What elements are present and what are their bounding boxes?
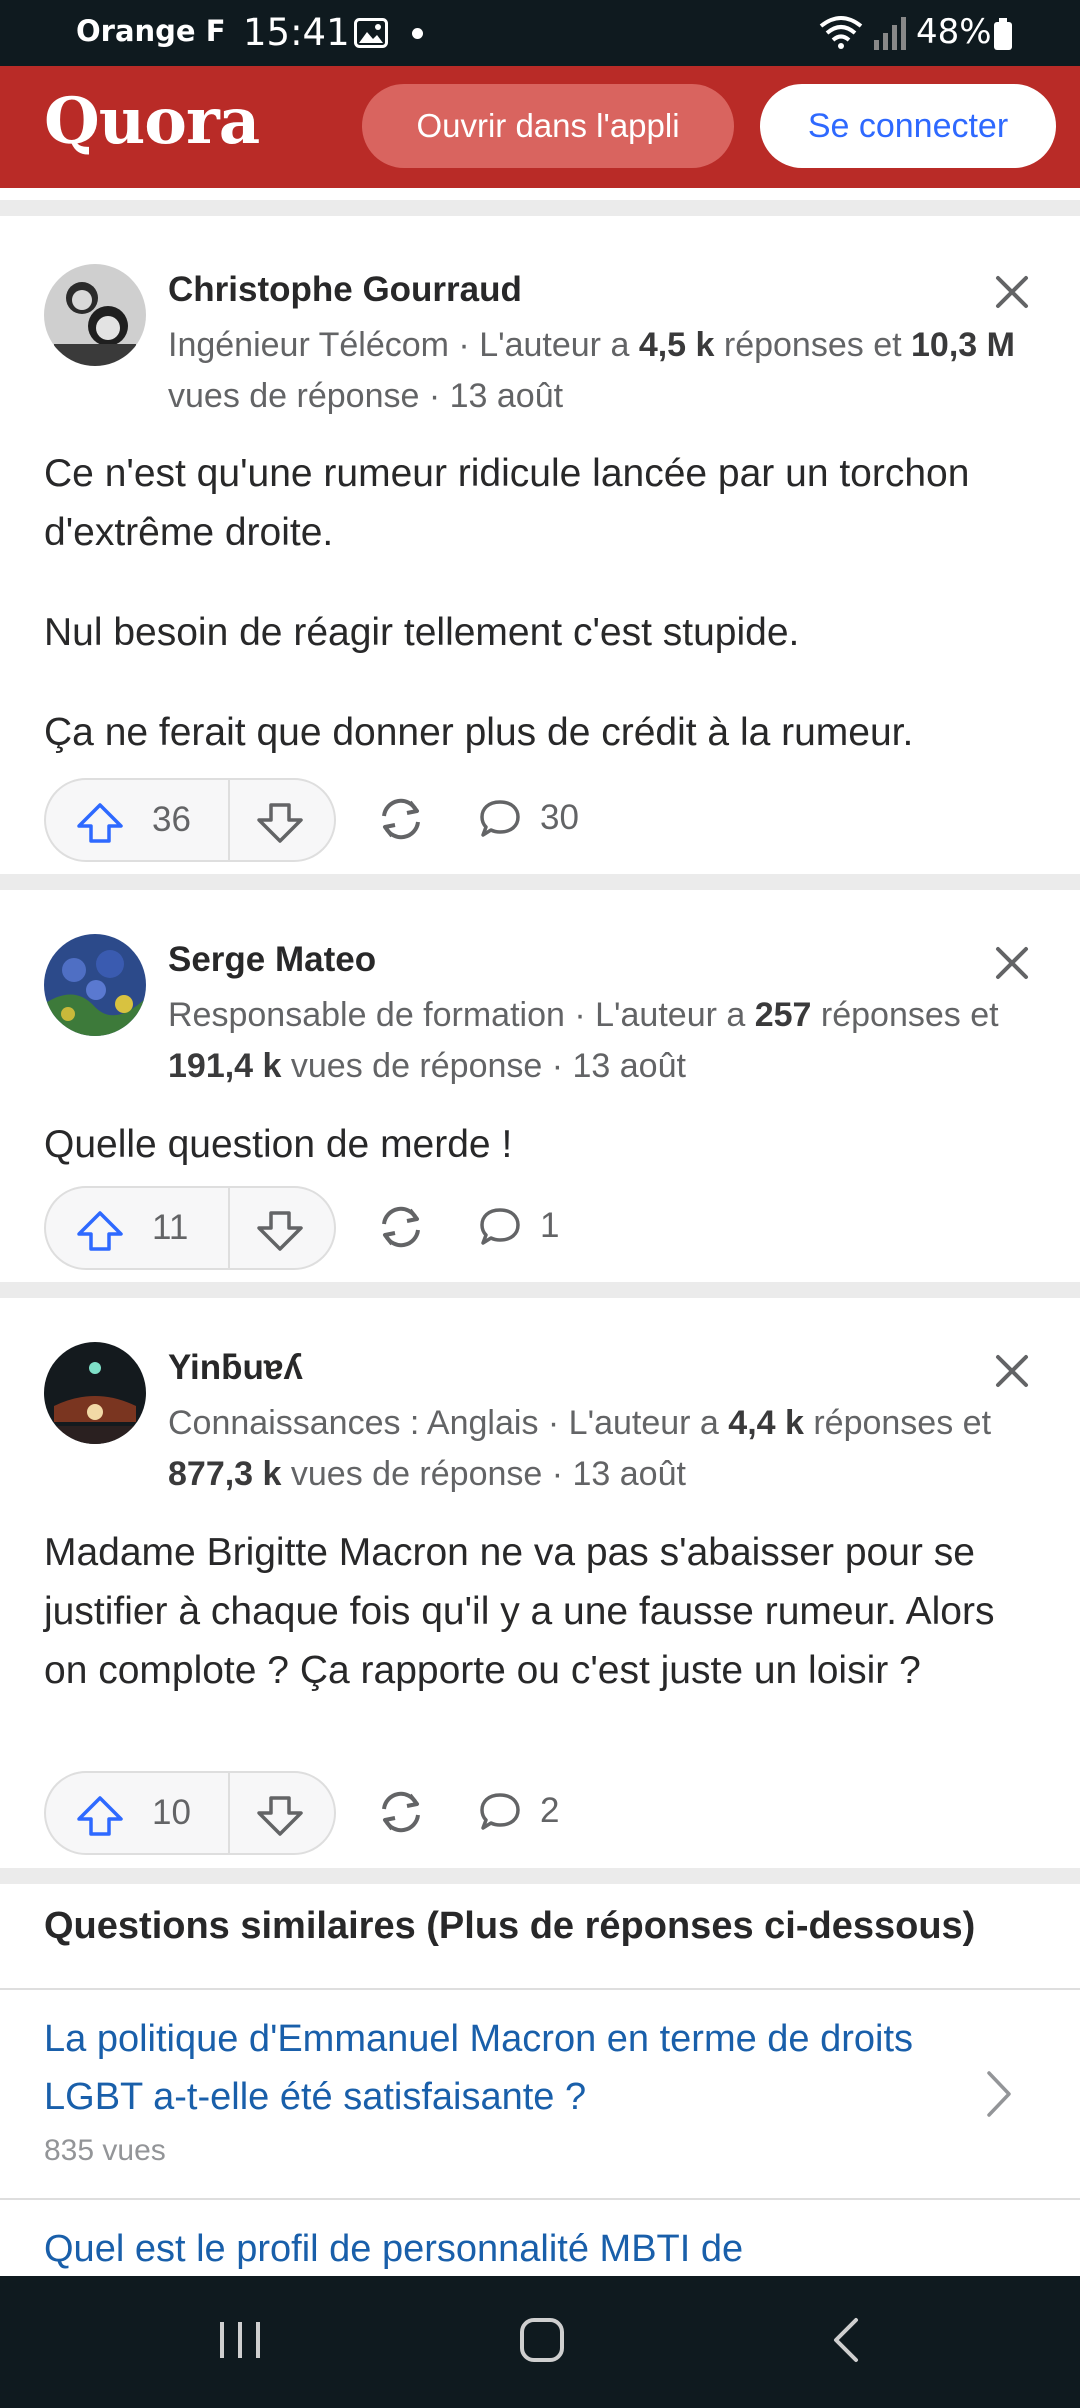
answer-paragraph: Ça ne ferait que donner plus de crédit à… xyxy=(44,711,914,754)
reshare-icon[interactable] xyxy=(376,1204,426,1250)
comment-bubble-icon[interactable] xyxy=(478,1206,522,1248)
upvote-count: 11 xyxy=(152,1208,189,1247)
divider xyxy=(0,1282,1080,1298)
comment-count[interactable]: 1 xyxy=(540,1206,559,1246)
image-notification-icon xyxy=(354,18,388,48)
comment-bubble-icon[interactable] xyxy=(478,798,522,840)
battery-percent: 48% xyxy=(916,12,992,52)
answer-paragraph: Nul besoin de réagir tellement c'est stu… xyxy=(44,611,800,654)
home-icon[interactable] xyxy=(518,2316,566,2364)
answer-paragraph: Quelle question de merde ! xyxy=(44,1123,513,1166)
avatar[interactable] xyxy=(44,264,146,366)
upvote-count: 36 xyxy=(152,800,191,839)
comment-count[interactable]: 30 xyxy=(540,798,579,838)
divider xyxy=(0,200,1080,216)
arrow-up-icon[interactable] xyxy=(76,802,124,844)
author-credentials: Connaissances : Anglais · L'auteur a 4,4… xyxy=(168,1404,992,1493)
divider xyxy=(0,1868,1080,1884)
answer-paragraph: Madame Brigitte Macron ne va pas s'abais… xyxy=(44,1531,995,1692)
answer-paragraph: Ce n'est qu'une rumeur ridicule lancée p… xyxy=(44,452,970,554)
battery-icon xyxy=(994,18,1012,50)
arrow-down-icon[interactable] xyxy=(256,802,304,844)
related-questions-heading: Questions similaires (Plus de réponses c… xyxy=(44,1905,976,1947)
divider xyxy=(0,874,1080,890)
top-header: Quora Ouvrir dans l'appli Se connecter xyxy=(0,66,1080,188)
reshare-icon[interactable] xyxy=(376,1789,426,1835)
author-credentials: Ingénieur Télécom · L'auteur a 4,5 k rép… xyxy=(168,326,1015,415)
close-icon[interactable] xyxy=(992,943,1032,983)
close-icon[interactable] xyxy=(992,272,1032,312)
recent-apps-icon[interactable] xyxy=(216,2316,264,2364)
author-name[interactable]: Christophe Gourraud xyxy=(168,270,522,310)
arrow-up-icon[interactable] xyxy=(76,1795,124,1837)
vote-controls: 36 xyxy=(44,778,336,862)
login-button[interactable]: Se connecter xyxy=(760,84,1056,168)
chevron-right-icon[interactable] xyxy=(986,2070,1012,2118)
upvote-count: 10 xyxy=(152,1793,191,1832)
reshare-icon[interactable] xyxy=(376,796,426,842)
quora-logo[interactable]: Quora xyxy=(44,84,260,159)
vote-controls: 10 xyxy=(44,1771,336,1855)
notification-dot-icon xyxy=(412,28,423,39)
status-bar: Orange F 15:41 48% xyxy=(0,0,1080,66)
divider xyxy=(0,2198,1080,2200)
author-name[interactable]: Serge Mateo xyxy=(168,940,376,980)
answer-body: Madame Brigitte Macron ne va pas s'abais… xyxy=(44,1523,1044,1700)
answer-body: Quelle question de merde ! xyxy=(44,1115,1044,1174)
comment-count[interactable]: 2 xyxy=(540,1791,559,1831)
signal-icon xyxy=(874,17,906,50)
arrow-down-icon[interactable] xyxy=(256,1795,304,1837)
author-credentials: Responsable de formation · L'auteur a 25… xyxy=(168,996,999,1085)
close-icon[interactable] xyxy=(992,1351,1032,1391)
comment-bubble-icon[interactable] xyxy=(478,1791,522,1833)
wifi-icon xyxy=(819,16,863,49)
answer-body: Ce n'est qu'une rumeur ridicule lancée p… xyxy=(44,444,1044,762)
divider xyxy=(0,1988,1080,1990)
avatar[interactable] xyxy=(44,934,146,1036)
author-name[interactable]: Yinƃuɐʎ xyxy=(168,1348,303,1388)
arrow-down-icon[interactable] xyxy=(256,1210,304,1252)
related-question-link[interactable]: La politique d'Emmanuel Macron en terme … xyxy=(44,2010,944,2126)
clock: 15:41 xyxy=(243,11,350,54)
vote-controls: 11 xyxy=(44,1186,336,1270)
back-icon[interactable] xyxy=(828,2316,864,2364)
system-navigation-bar xyxy=(0,2276,1080,2408)
open-in-app-button[interactable]: Ouvrir dans l'appli xyxy=(362,84,734,168)
carrier-name: Orange F xyxy=(76,14,226,48)
view-count: 835 vues xyxy=(44,2134,166,2167)
avatar[interactable] xyxy=(44,1342,146,1444)
related-question-link[interactable]: Quel est le profil de personnalité MBTI … xyxy=(44,2220,944,2278)
arrow-up-icon[interactable] xyxy=(76,1210,124,1252)
